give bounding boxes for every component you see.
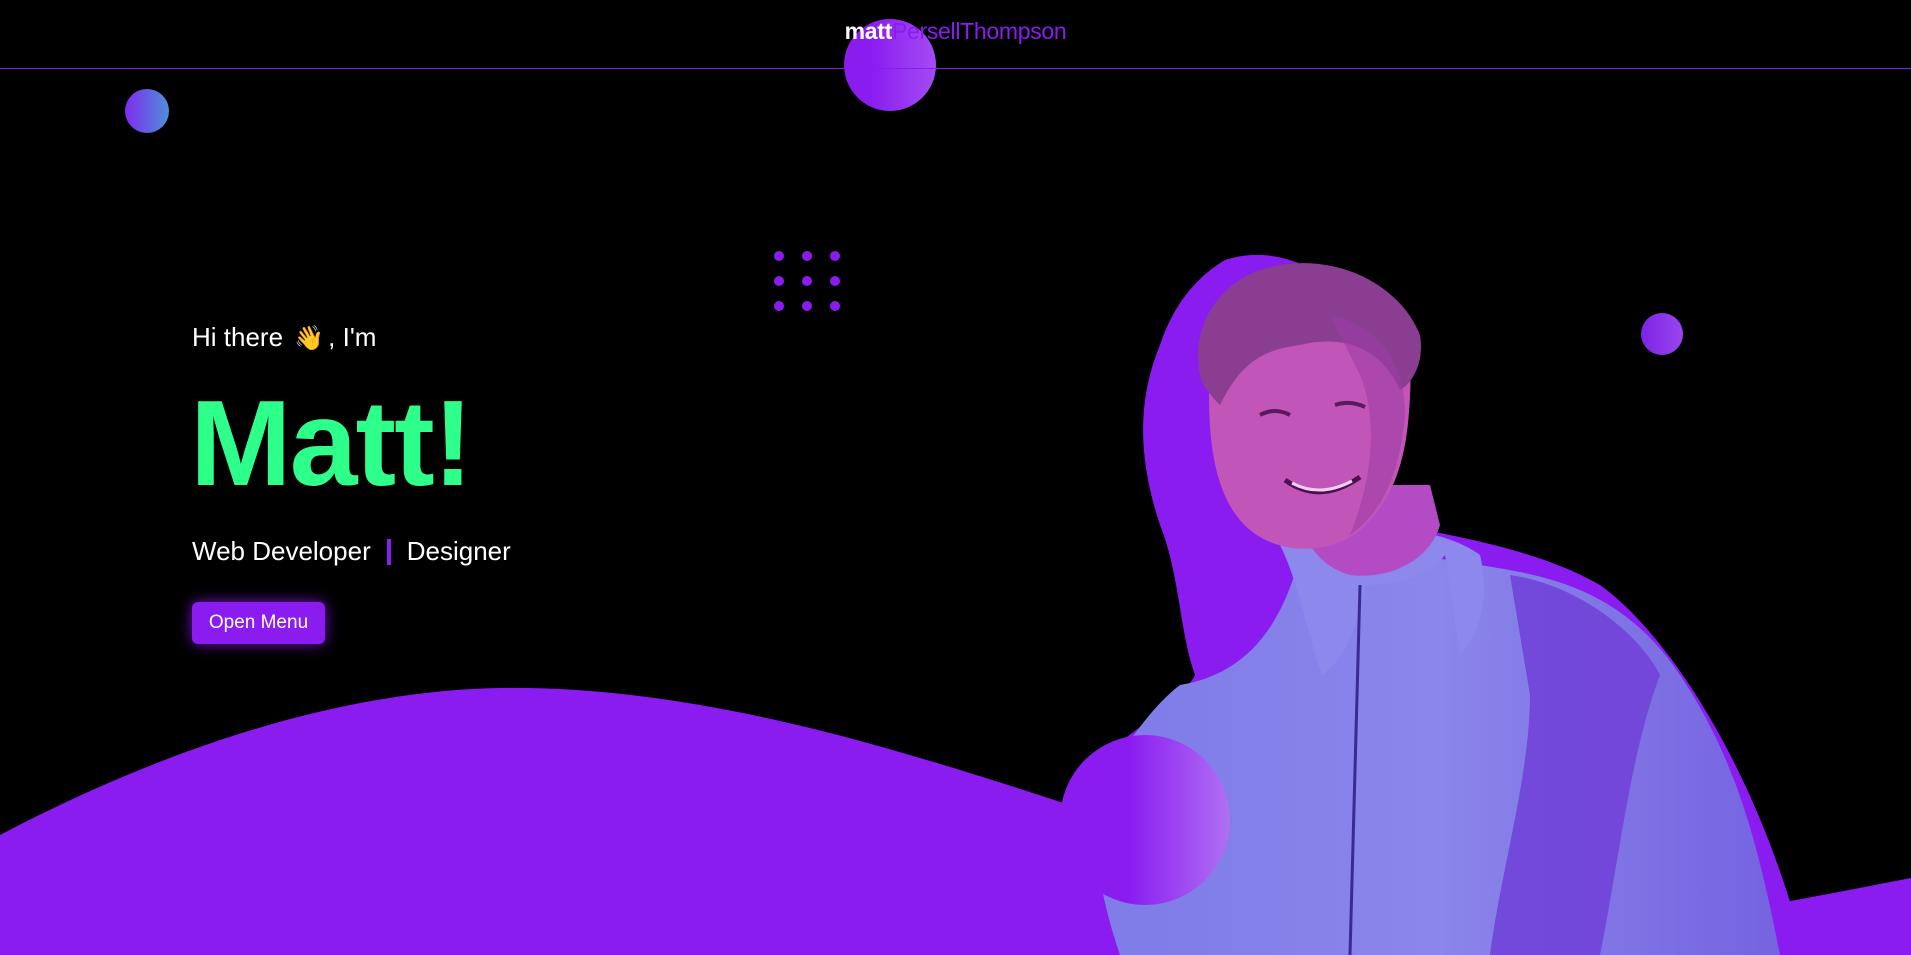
dot (774, 251, 784, 261)
dot (802, 276, 812, 286)
logo-first-name: matt (844, 17, 893, 44)
hero-roles: Web Developer Designer (192, 536, 511, 567)
site-header: mattPersellThompson (0, 0, 1911, 69)
logo-last-name: PersellThompson (891, 17, 1067, 44)
greeting-suffix: , I'm (328, 322, 377, 352)
dot (774, 301, 784, 311)
dot (802, 301, 812, 311)
decor-circle-right (1641, 313, 1683, 355)
site-logo[interactable]: mattPersellThompson (845, 18, 1067, 45)
greeting-prefix: Hi there (192, 322, 284, 352)
dot (774, 276, 784, 286)
open-menu-button[interactable]: Open Menu (192, 602, 325, 644)
page: mattPersellThompson Hi there 👋 , I'm Mat… (0, 0, 1911, 955)
role-separator (386, 538, 391, 565)
dot (830, 276, 840, 286)
waving-hand-icon: 👋 (294, 325, 325, 352)
dot (830, 251, 840, 261)
dot (802, 251, 812, 261)
dot (830, 301, 840, 311)
decor-circle-bottom (1060, 735, 1230, 905)
decor-circle-left (125, 89, 169, 133)
role-web-developer: Web Developer (192, 536, 371, 566)
dot-grid-decoration (774, 251, 844, 321)
hero-name: Matt! (190, 375, 473, 511)
hero-greeting: Hi there 👋, I'm (192, 322, 376, 353)
role-designer: Designer (406, 536, 511, 566)
